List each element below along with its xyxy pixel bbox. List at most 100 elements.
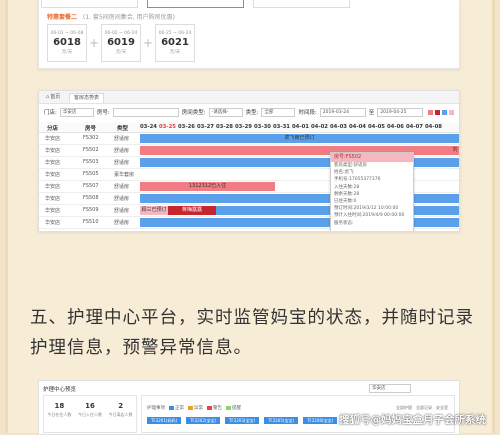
legend-available (442, 109, 447, 115)
tooltip-line: 预计入住时间:2019/4/9 00:00:00 (334, 213, 405, 219)
date-cell: 04-08 (425, 124, 442, 130)
card-dates: 06-02 ~ 06-24 (104, 31, 138, 36)
plus-icon: + (88, 36, 100, 50)
header-type: 类型 (117, 126, 129, 132)
row-room: FS509 (83, 207, 99, 213)
tab-room-status[interactable]: 客房态势表 (69, 93, 105, 103)
legend-item: 警告 (207, 405, 222, 411)
booking-bar[interactable]: 蒋梅露露 (168, 206, 216, 215)
tooltip-line: 服务状态: (334, 220, 354, 226)
type-label: 类型: (245, 110, 259, 116)
row-type: 舒适房 (114, 136, 130, 142)
stat-label: 今日入住人数 (78, 412, 102, 417)
stat-value: 16 (85, 402, 95, 410)
store-select[interactable]: 华安店 (369, 384, 411, 393)
nursing-legend: 护理事项 正常 异常 警告 提醒 (147, 405, 241, 411)
package-tab-3[interactable] (253, 0, 350, 8)
stat-value: 2 (118, 402, 124, 410)
time-from-input[interactable]: 2019-03-24 (319, 107, 366, 117)
date-cell: 04-07 (406, 124, 423, 130)
package-tab-2[interactable] (147, 0, 244, 8)
tab-bar: ⌂首页 客房态势表 (39, 91, 459, 104)
card-dates: 06-25 ~ 06-24 (158, 31, 192, 36)
price-card[interactable]: 06-25 ~ 06-24 6021 元/天 (155, 24, 195, 62)
grid-header: 分店 房号 类型 03-24 03-25 03-26 03-27 03-28 03-29 0… (39, 122, 459, 133)
time-label: 时间段: (298, 110, 317, 116)
booking-tooltip: 房号:FS502 客房类型:舒适房 姓名:虎飞 手机号:17055377376 入住天… (330, 152, 414, 231)
date-cell: 03-30 (254, 124, 271, 130)
table-row[interactable]: 华安店 FS302 舒适房 虎飞雨已预订 (39, 133, 459, 145)
nursing-room[interactable]: TF2205(宝宝) (264, 417, 298, 424)
nursing-rooms: TF2201(妈妈) TF2202(宝宝) TF2203(宝宝) TF2205(宝宝)… (147, 417, 337, 424)
tooltip-line: 预订时间:2019/3/12 10:00:00 (334, 206, 399, 212)
package-tab-1[interactable] (41, 0, 138, 8)
stat-in-house: 18 今日在住人数 (44, 396, 75, 432)
date-cell: 04-05 (368, 124, 385, 130)
nursing-room[interactable]: TF2202(宝宝) (186, 417, 220, 424)
date-cell: 03-31 (273, 124, 290, 130)
row-type: 舒适房 (114, 184, 130, 190)
row-room: FS505 (83, 171, 99, 177)
date-cell: 04-04 (349, 124, 366, 130)
row-room: FS503 (83, 159, 99, 165)
legend-item: 提醒 (226, 405, 241, 411)
booking-bar[interactable]: 刘 (451, 146, 459, 155)
nursing-action[interactable]: 全部护理 (396, 405, 412, 411)
date-cell: 04-06 (387, 124, 404, 130)
card-price: 6021 (161, 37, 189, 48)
row-type: 舒适房 (114, 196, 130, 202)
roomtype-label: 房间类型: (181, 110, 206, 116)
card-price: 6019 (107, 37, 135, 48)
legend-checked-in (435, 109, 440, 115)
row-store: 华安店 (45, 184, 61, 190)
time-sep: 至 (368, 110, 375, 116)
room-input[interactable] (112, 107, 179, 117)
tab-home[interactable]: ⌂首页 (42, 93, 64, 102)
row-room: FS502 (83, 147, 99, 153)
row-store: 华安店 (45, 172, 61, 178)
row-store: 华安店 (45, 148, 61, 154)
card-unit: 元/天 (169, 50, 181, 55)
store-select[interactable]: 华安店 (59, 107, 94, 117)
type-select[interactable]: 全部 (261, 107, 296, 117)
booking-bar[interactable]: 1312312已入住 (140, 182, 275, 191)
stat-label: 今日在住人数 (47, 412, 72, 417)
date-cell: 04-01 (292, 124, 309, 130)
room-label: 房号: (96, 110, 110, 116)
header-store: 分店 (47, 126, 59, 132)
row-type: 舒适房 (114, 208, 130, 214)
price-card[interactable]: 06-02 ~ 06-24 6019 元/天 (101, 24, 141, 62)
row-type: 舒适房 (114, 148, 130, 154)
roomtype-select[interactable]: -请选择- (208, 107, 243, 117)
row-type: 豪华套房 (114, 172, 135, 178)
legend-booked (428, 109, 433, 115)
nursing-room[interactable]: TF2203(宝宝) (225, 417, 259, 424)
row-room: FS510 (83, 219, 99, 225)
row-type: 舒适房 (114, 220, 130, 226)
time-to-input[interactable]: 2019-04-25 (377, 107, 424, 117)
store-label: 门店: (44, 110, 57, 116)
date-cell: 03-26 (178, 124, 195, 130)
row-store: 华安店 (45, 196, 61, 202)
row-room: FS508 (83, 195, 99, 201)
booking-bar[interactable]: 虎飞雨已预订 (140, 134, 459, 143)
legend-item: 正常 (169, 405, 184, 411)
booking-bar[interactable]: 顾三已预订 (140, 206, 168, 215)
nursing-room[interactable]: TF2208(宝宝) (303, 417, 337, 424)
nursing-action[interactable]: 安全室 (436, 405, 448, 411)
stat-label: 今日离店人数 (108, 412, 133, 417)
stat-check-in: 16 今日入住人数 (75, 396, 106, 432)
nursing-action[interactable]: 全部记录 (416, 405, 432, 411)
row-store: 华安店 (45, 136, 61, 142)
nursing-room[interactable]: TF2201(妈妈) (147, 417, 181, 424)
stat-check-out: 2 今日离店人数 (105, 396, 136, 432)
price-card[interactable]: 06-01 ~ 06-08 6018 元/天 (47, 24, 87, 62)
header-room: 房号 (85, 126, 97, 132)
section-heading: 五、护理中心平台，实时监管妈宝的状态，并随时记录护理信息，预警异常信息。 (30, 308, 474, 358)
row-store: 华安店 (45, 208, 61, 214)
package-tag: 特惠套餐二 (47, 14, 78, 21)
row-store: 华安店 (45, 160, 61, 166)
tab-room-status-label: 客房态势表 (74, 95, 100, 101)
tooltip-line: 剩余天数:28 (334, 191, 360, 197)
package-panel: 特惠套餐二 (1. 套5间房间集合, 用户购房优惠) 06-01 ~ 06-08… (38, 0, 460, 69)
